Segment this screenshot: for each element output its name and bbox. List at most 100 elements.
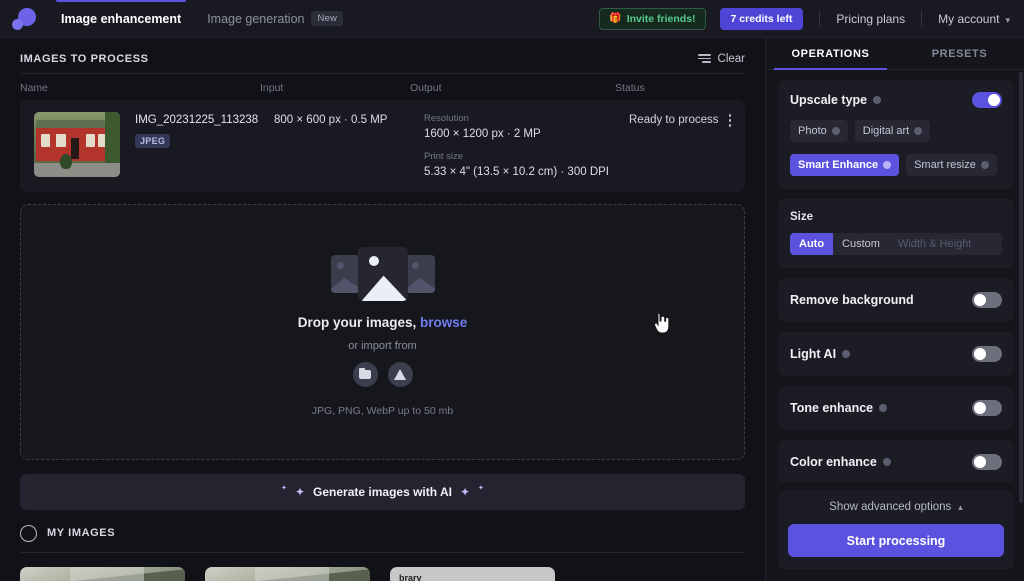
main-nav: Image enhancement Image generation New <box>48 0 356 37</box>
info-icon[interactable] <box>882 458 891 466</box>
google-drive-icon[interactable] <box>387 362 413 387</box>
upscale-options-row-2: Smart Enhance Smart resize <box>790 154 1002 176</box>
dropzone[interactable]: Drop your images, browse or import from … <box>20 204 745 460</box>
invite-friends-button[interactable]: 🎁 Invite friends! <box>599 7 706 30</box>
images-placeholder-icon <box>330 247 435 301</box>
browse-link[interactable]: browse <box>420 315 467 330</box>
column-header-status: Status <box>615 82 645 94</box>
remove-background-title: Remove background <box>790 293 914 307</box>
upscale-option-digital-art[interactable]: Digital art <box>854 120 931 142</box>
clear-label: Clear <box>717 52 745 65</box>
sparkle-icon: ✦ <box>459 485 471 499</box>
sparkle-icon: ✦ <box>294 485 306 499</box>
top-header: Image enhancement Image generation New 🎁… <box>0 0 1024 38</box>
dropzone-main-text: Drop your images, browse <box>298 315 468 330</box>
my-account-menu[interactable]: My account ▾ <box>938 12 1010 26</box>
my-images-header: MY IMAGES <box>20 514 745 552</box>
panel-tabs: OPERATIONS PRESETS <box>766 38 1024 70</box>
upscale-option-smart-enhance[interactable]: Smart Enhance <box>790 154 900 176</box>
clear-button[interactable]: Clear <box>697 52 745 65</box>
right-panel: OPERATIONS PRESETS Upscale type Photo Di… <box>765 38 1024 581</box>
remove-background-toggle[interactable] <box>972 292 1002 308</box>
tab-presets[interactable]: PRESETS <box>895 38 1024 69</box>
light-ai-row: Light AI <box>778 332 1014 376</box>
generate-label: Generate images with AI <box>313 485 452 499</box>
circle-icon <box>20 524 37 542</box>
dropzone-formats: JPG, PNG, WebP up to 50 mb <box>311 405 454 417</box>
tone-enhance-label: Tone enhance <box>790 401 874 415</box>
nav-tab-image-generation[interactable]: Image generation New <box>194 0 356 37</box>
upscale-type-title-row: Upscale type <box>790 93 882 107</box>
width-height-input[interactable]: Width & Height <box>889 233 1002 255</box>
logo-container[interactable] <box>0 7 48 30</box>
nav-label: Image generation <box>207 11 305 26</box>
advanced-label: Show advanced options <box>829 501 952 513</box>
divider <box>819 10 821 27</box>
size-option-auto[interactable]: Auto <box>790 233 834 255</box>
left-content: IMAGES TO PROCESS Clear Name Input Outpu… <box>0 38 765 581</box>
column-header-input: Input <box>260 82 284 94</box>
info-icon[interactable] <box>914 127 923 135</box>
tone-enhance-toggle[interactable] <box>972 400 1002 416</box>
print-size-value: 5.33 × 4" (13.5 × 10.2 cm) · 300 DPI <box>424 166 609 178</box>
upscale-option-photo[interactable]: Photo <box>790 120 848 142</box>
credits-badge[interactable]: 7 credits left <box>719 7 804 30</box>
nav-label: Image enhancement <box>61 11 182 26</box>
upscale-type-toggle[interactable] <box>972 92 1002 108</box>
chevron-up-icon: ▴ <box>958 501 963 512</box>
new-badge: New <box>311 11 344 26</box>
show-advanced-options-button[interactable]: Show advanced options ▴ <box>788 501 1004 513</box>
light-ai-toggle[interactable] <box>972 346 1002 362</box>
info-icon[interactable] <box>980 161 989 169</box>
panel-scroll-area: Upscale type Photo Digital art Smart Enh… <box>766 70 1024 482</box>
row-more-options-icon[interactable] <box>727 112 734 129</box>
gallery-item[interactable] <box>205 567 370 581</box>
generate-images-with-ai-button[interactable]: ✦ ✦ Generate images with AI ✦ ✦ <box>20 474 745 510</box>
remove-background-row: Remove background <box>778 278 1014 322</box>
info-icon[interactable] <box>831 127 840 135</box>
my-images-gallery: brary <box>20 553 745 581</box>
drop-text: Drop your images, <box>297 315 417 330</box>
color-enhance-toggle[interactable] <box>972 454 1002 470</box>
info-icon[interactable] <box>883 161 892 169</box>
gallery-item[interactable]: brary <box>390 567 555 581</box>
remove-background-label: Remove background <box>790 293 914 307</box>
column-header-name: Name <box>20 82 49 94</box>
chevron-down-icon: ▾ <box>1005 14 1010 25</box>
pricing-plans-link[interactable]: Pricing plans <box>836 12 905 26</box>
app-logo-icon <box>12 7 36 30</box>
sparkle-icon: ✦ <box>478 484 484 492</box>
upscale-option-smart-resize[interactable]: Smart resize <box>906 154 997 176</box>
tab-operations[interactable]: OPERATIONS <box>766 38 895 70</box>
divider <box>921 10 923 27</box>
panel-scrollbar[interactable] <box>1019 72 1023 503</box>
chip-label: Digital art <box>862 125 910 137</box>
table-row[interactable]: IMG_20231225_113238 JPEG 800 × 600 px · … <box>20 100 745 192</box>
gift-icon: 🎁 <box>609 12 622 24</box>
size-segmented-control: Auto Custom Width & Height <box>790 233 1002 255</box>
column-header-output: Output <box>410 82 442 94</box>
size-option-custom[interactable]: Custom <box>833 233 889 255</box>
info-icon[interactable] <box>842 350 851 358</box>
filter-lines-icon <box>697 54 711 63</box>
info-icon[interactable] <box>873 96 882 104</box>
print-size-label: Print size <box>424 151 464 162</box>
gallery-item[interactable] <box>20 567 185 581</box>
table-header-row: Name Input Output Status <box>20 74 745 100</box>
info-icon[interactable] <box>879 404 888 412</box>
upscale-options-row-1: Photo Digital art <box>790 120 1002 142</box>
row-input-cell: 800 × 600 px · 0.5 MP <box>274 114 388 126</box>
chip-label: Photo <box>798 125 827 137</box>
start-processing-button[interactable]: Start processing <box>788 524 1004 557</box>
images-panel-header: IMAGES TO PROCESS Clear <box>20 38 745 73</box>
resolution-label: Resolution <box>424 113 469 124</box>
my-images-title: MY IMAGES <box>47 527 116 539</box>
nav-tab-image-enhancement[interactable]: Image enhancement <box>48 0 194 37</box>
folder-icon[interactable] <box>352 362 378 387</box>
file-format-tag: JPEG <box>135 134 171 148</box>
light-ai-title: Light AI <box>790 347 851 361</box>
row-thumbnail[interactable] <box>34 112 120 177</box>
tone-enhance-title: Tone enhance <box>790 401 888 415</box>
account-label: My account <box>938 11 1000 26</box>
file-name: IMG_20231225_113238 <box>135 114 259 126</box>
